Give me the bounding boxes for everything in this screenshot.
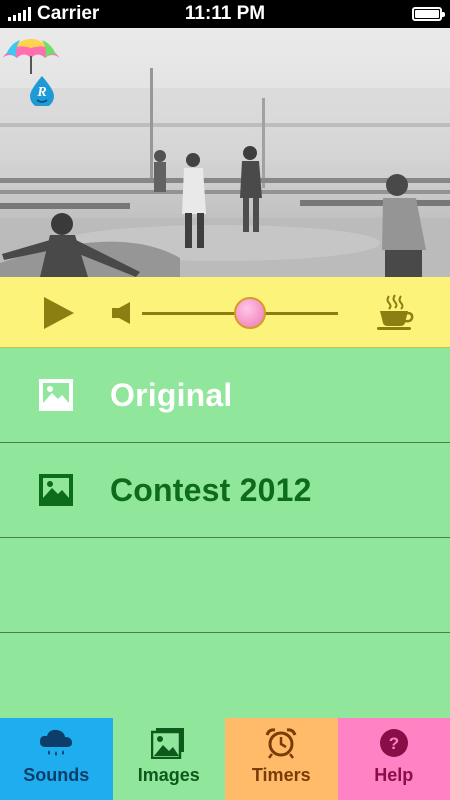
tab-help[interactable]: ? Help: [337, 718, 450, 800]
battery-icon: [412, 7, 445, 21]
tab-sounds[interactable]: Sounds: [0, 718, 113, 800]
background-photo: R: [0, 28, 450, 277]
signal-strength-icon: [8, 7, 31, 21]
speaker-icon: [112, 302, 130, 324]
empty-list-row: [0, 538, 450, 633]
image-icon: [39, 379, 73, 411]
carrier-name: Carrier: [37, 3, 100, 24]
rain-cloud-icon: [40, 729, 73, 756]
volume-slider-knob[interactable]: [233, 297, 266, 329]
coffee-cup-icon[interactable]: [376, 293, 414, 331]
app-logo-umbrella-icon: R: [2, 39, 60, 106]
play-icon[interactable]: [42, 295, 76, 331]
svg-text:?: ?: [389, 734, 399, 753]
image-list: Original Contest 2012: [0, 348, 450, 718]
help-icon: ?: [379, 729, 408, 757]
list-item-label: Contest 2012: [110, 471, 312, 508]
player-bar: [0, 277, 450, 348]
list-item[interactable]: Original: [0, 348, 450, 443]
list-item[interactable]: Contest 2012: [0, 443, 450, 538]
tab-label: Help: [374, 765, 414, 785]
images-icon: [150, 728, 184, 759]
tab-timers[interactable]: Timers: [225, 718, 338, 800]
tab-label: Sounds: [23, 765, 90, 785]
svg-text:R: R: [36, 85, 46, 100]
tab-label: Images: [137, 765, 200, 785]
image-icon: [39, 474, 73, 506]
tab-images[interactable]: Images: [112, 718, 225, 800]
alarm-clock-icon: [265, 728, 297, 759]
status-bar: Carrier 11:11 PM: [0, 0, 450, 28]
tab-label: Timers: [251, 765, 311, 785]
list-item-label: Original: [110, 376, 233, 413]
tab-bar: Sounds Images Timers ? Help: [0, 718, 450, 800]
